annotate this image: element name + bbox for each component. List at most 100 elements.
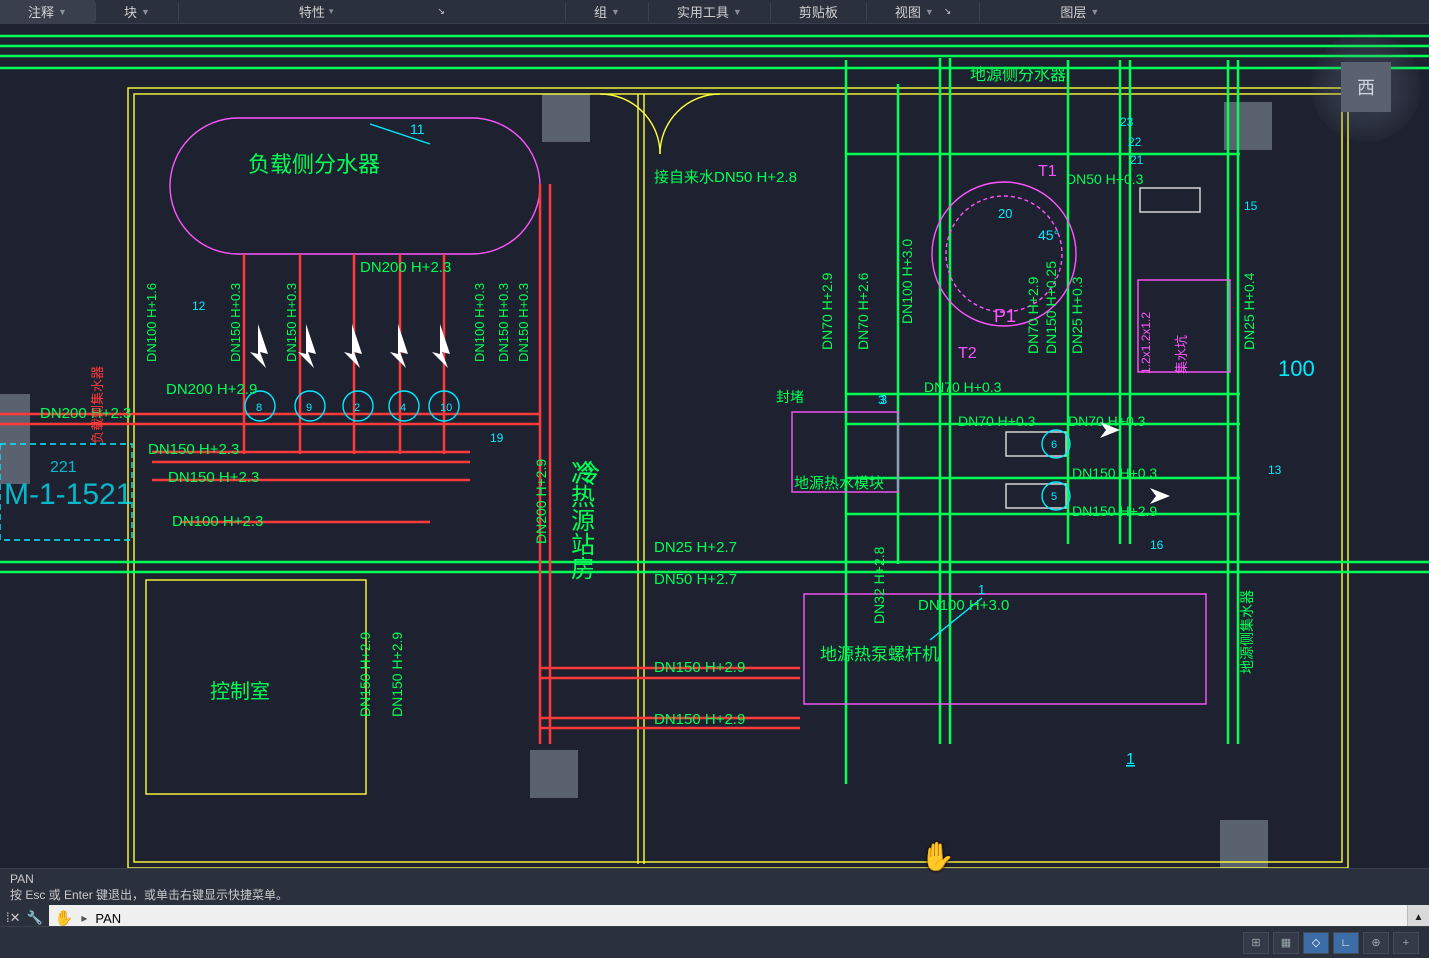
tag-15: 15 xyxy=(1244,199,1258,213)
chevron-down-icon: ▼ xyxy=(611,7,620,17)
chevron-down-icon: ▾ xyxy=(329,6,334,17)
column xyxy=(1224,102,1272,150)
tag-19: 19 xyxy=(490,431,504,445)
collect-pit-dim: 1.2x1.2x1.2 xyxy=(1139,312,1153,374)
control-room-label: 控制室 xyxy=(210,680,270,703)
geo-splitter-label: 地源侧分水器 xyxy=(970,66,1066,84)
tag-1: 1 xyxy=(978,582,985,597)
status-snap-button[interactable]: ▦ xyxy=(1273,932,1299,954)
door-arc xyxy=(600,94,660,154)
pipe-label: DN150 H+2.3 xyxy=(168,469,259,486)
pipe-label: DN25 H+2.7 xyxy=(654,539,737,556)
svg-text:9: 9 xyxy=(306,402,312,414)
pipe-label: DN150 H+2.9 xyxy=(1072,503,1157,519)
tag-16: 16 xyxy=(1150,538,1164,552)
pipe-label: DN150 H+0.3 xyxy=(228,283,243,362)
pipe-label: DN25 H+0.3 xyxy=(1069,276,1085,354)
command-close-icon[interactable]: ⁞✕ xyxy=(6,910,21,926)
ref-100: 100 xyxy=(1278,356,1315,381)
column xyxy=(0,394,30,484)
command-customize-icon[interactable]: 🔧 xyxy=(27,910,43,926)
tag-1-section: 1 xyxy=(1126,751,1135,768)
collector-label: 负载侧集水器 xyxy=(90,366,105,444)
chevron-down-icon: ▼ xyxy=(1090,7,1099,17)
column xyxy=(530,750,578,798)
pipe-label: DN70 H+2.9 xyxy=(819,272,835,350)
pipe-label: DN200 H+2.3 xyxy=(40,405,131,422)
load-splitter-label: 负载侧分水器 xyxy=(248,152,380,177)
command-history-line: PAN xyxy=(10,871,1419,887)
pipe-label: 接自来水DN50 H+2.8 xyxy=(654,169,797,186)
t1-label: T1 xyxy=(1038,163,1057,180)
status-more-button[interactable]: + xyxy=(1393,932,1419,954)
pipe-label: DN150 H+2.9 xyxy=(357,632,373,717)
panel-view[interactable]: 视图▼ ↘ xyxy=(867,0,979,23)
panel-layer[interactable]: 图层▼ xyxy=(980,0,1179,23)
pipe-label: DN150 H+2.9 xyxy=(389,632,405,717)
pipe-label: DN70 H+0.3 xyxy=(924,379,1002,395)
pan-icon: ✋ xyxy=(49,909,80,927)
panel-annotate[interactable]: 注释▼ xyxy=(0,0,95,23)
pipe-label: DN70 H+0.3 xyxy=(958,413,1036,429)
pipe-label: DN50 H+2.7 xyxy=(654,571,737,588)
arrows-right xyxy=(1100,422,1170,504)
seal-label: 封堵 xyxy=(776,389,804,405)
t2-label: T2 xyxy=(958,345,977,362)
svg-text:6: 6 xyxy=(1051,439,1057,451)
panel-clipboard[interactable]: 剪贴板 xyxy=(771,0,866,23)
geo-hw-module-label: 地源热水模块 xyxy=(794,475,884,492)
pipe-label: DN70 H+2.6 xyxy=(855,272,871,350)
svg-text:2: 2 xyxy=(354,402,360,414)
pipe-label: DN100 H+1.6 xyxy=(144,283,159,362)
p1-label: P1 xyxy=(994,306,1016,326)
pipe-label: DN150 H+0.3 xyxy=(516,283,531,362)
pipe-label: DN50 H+0.3 xyxy=(1066,171,1144,187)
status-polar-button[interactable]: ∟ xyxy=(1333,932,1359,954)
svg-text:8: 8 xyxy=(256,402,262,414)
status-osnap-button[interactable]: ⊕ xyxy=(1363,932,1389,954)
pipe-label: DN200 H+2.9 xyxy=(533,459,549,544)
pipe-label: DN150 H+0.3 xyxy=(284,283,299,362)
tag-23: 23 xyxy=(1120,115,1134,129)
panel-block[interactable]: 块▼ xyxy=(96,0,178,23)
svg-text:10: 10 xyxy=(440,402,452,414)
tag-13: 13 xyxy=(1268,463,1282,477)
geo-collector-label: 地源侧集水器 xyxy=(1239,590,1255,674)
model-viewport[interactable]: 控制室 负载侧分水器 11 冷 冷热源站房 xyxy=(0,24,1429,868)
tag-21: 21 xyxy=(1130,153,1144,167)
pipe-label: DN150 H+2.9 xyxy=(654,659,745,676)
panel-group[interactable]: 组▼ xyxy=(566,0,648,23)
geo-hp-screw-label: 地源热泵螺杆机 xyxy=(820,645,939,664)
pipe-label: DN70 H+2.9 xyxy=(1025,276,1041,354)
ribbon-panel-tabs: 注释▼ 块▼ 特性▾ ↘ 组▼ 实用工具▼ 剪贴板 视图▼ ↘ 图层▼ xyxy=(0,0,1429,24)
pipe-label: DN200 H+2.9 xyxy=(166,381,257,398)
svg-text:4: 4 xyxy=(400,402,406,414)
command-history: PAN 按 Esc 或 Enter 键退出，或单击右键显示快捷菜单。 xyxy=(0,869,1429,905)
chevron-down-icon: ▼ xyxy=(141,7,150,17)
panel-properties[interactable]: 特性▾ ↘ xyxy=(179,0,565,23)
column xyxy=(542,94,590,142)
tag-3b: 3 xyxy=(878,393,885,407)
pipe-label: DN100 H+3.0 xyxy=(899,239,915,324)
status-ortho-button[interactable]: ◇ xyxy=(1303,932,1329,954)
load-splitter-tank xyxy=(170,118,540,254)
status-grid-button[interactable]: ⊞ xyxy=(1243,932,1269,954)
pipe-label: DN150 H+0.25 xyxy=(1043,261,1059,354)
panel-utilities[interactable]: 实用工具▼ xyxy=(649,0,770,23)
pipe-label: DN100 H+2.3 xyxy=(172,513,263,530)
tag-22: 22 xyxy=(1128,135,1142,149)
pipe-label: DN150 H+2.9 xyxy=(654,711,745,728)
chevron-down-icon: ▼ xyxy=(58,7,67,17)
angle-45: 45° xyxy=(1038,227,1059,243)
pump-bank: 8 9 2 4 10 xyxy=(245,391,459,421)
pipe-label: DN100 H+0.3 xyxy=(472,283,487,362)
pipe-label: DN25 H+0.4 xyxy=(1241,272,1257,350)
command-history-line: 按 Esc 或 Enter 键退出，或单击右键显示快捷菜单。 xyxy=(10,887,1419,903)
tag-12: 12 xyxy=(192,299,206,313)
command-window: PAN 按 Esc 或 Enter 键退出，或单击右键显示快捷菜单。 ⁞✕ 🔧 … xyxy=(0,868,1429,926)
pipe-label: DN32 H+2.8 xyxy=(871,546,887,624)
pipe-label: DN200 H+2.3 xyxy=(360,259,451,276)
pipe-label: DN100 H+3.0 xyxy=(918,597,1009,614)
column xyxy=(1220,820,1268,868)
ref-m: M-1-1521 xyxy=(4,478,132,511)
